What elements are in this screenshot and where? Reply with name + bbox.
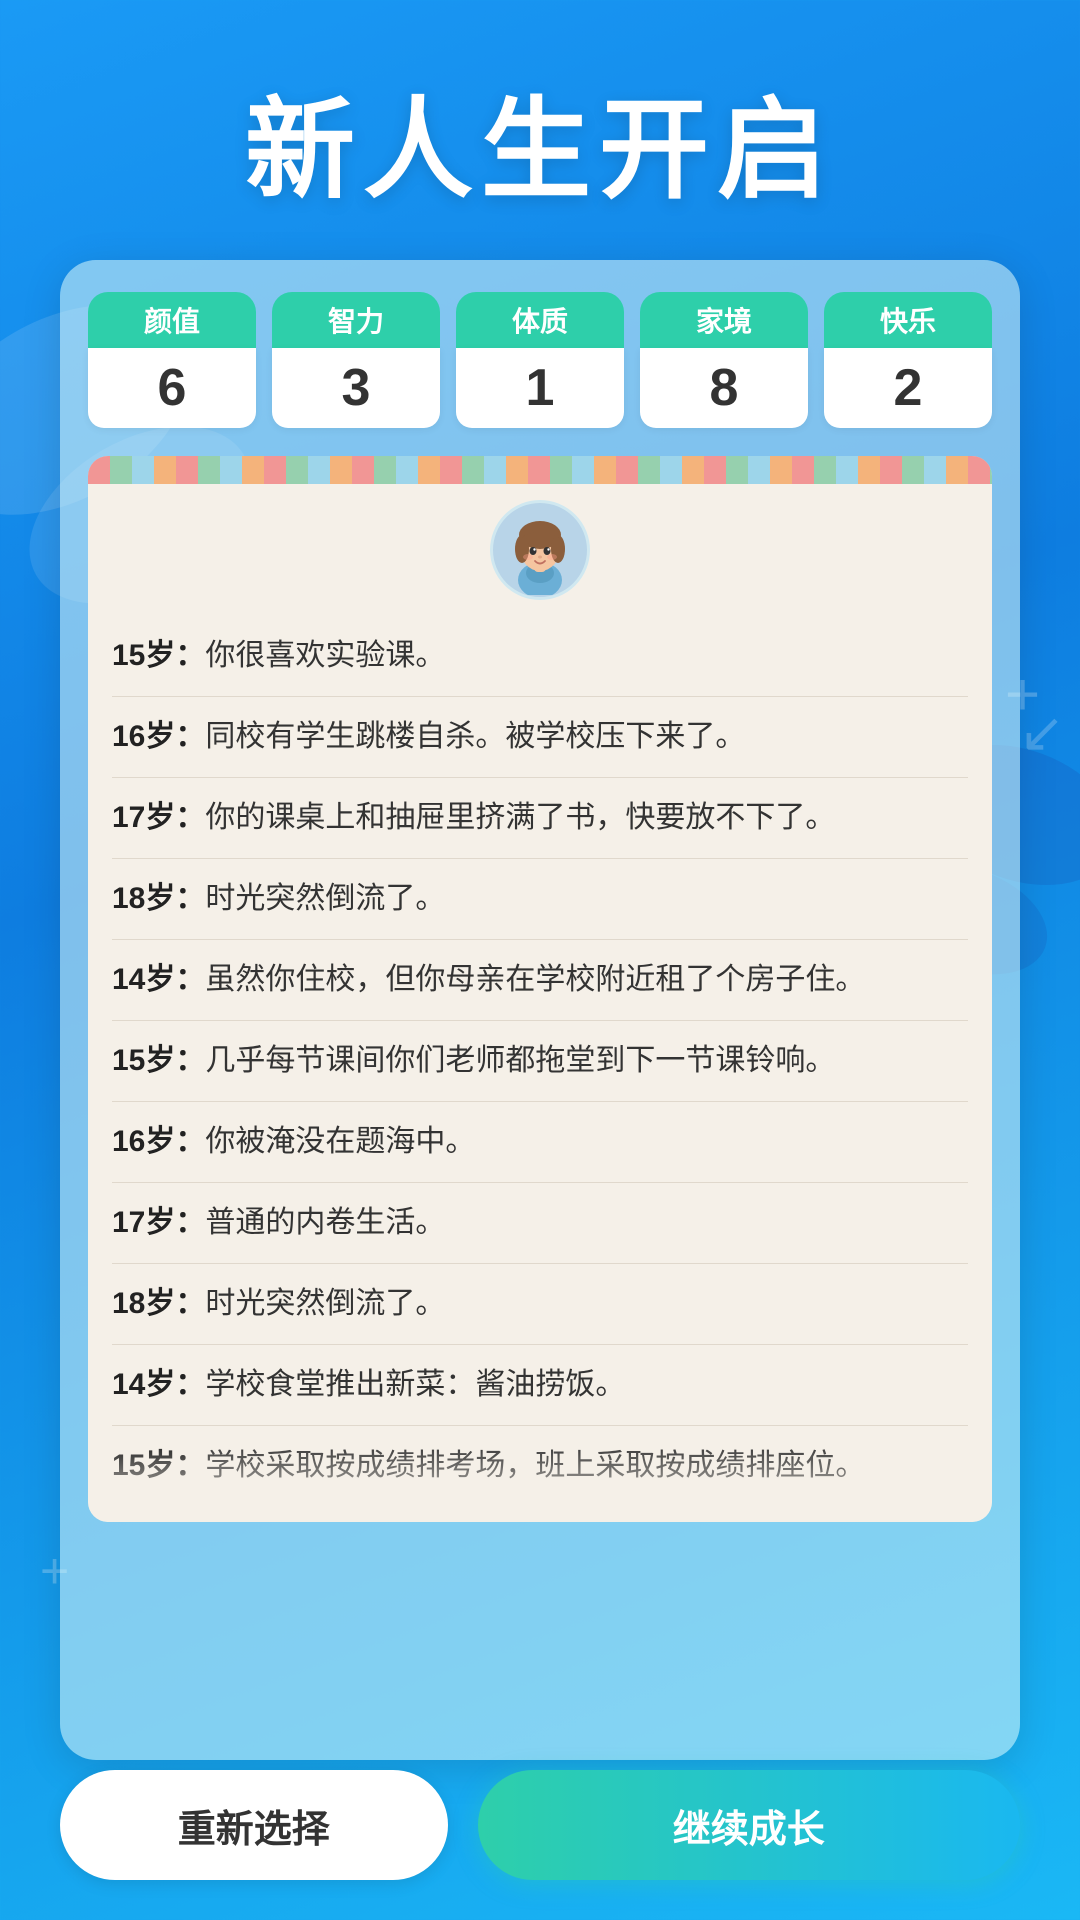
stat-value: 8 [640, 348, 808, 428]
story-text: 你很喜欢实验课。 [205, 639, 445, 672]
story-age: 15岁： [112, 1044, 205, 1077]
story-card: 15岁：你很喜欢实验课。16岁：同校有学生跳楼自杀。被学校压下来了。17岁：你的… [88, 456, 992, 1522]
page-title: 新人生开启 [0, 60, 1080, 220]
story-item: 18岁：时光突然倒流了。 [112, 1264, 968, 1345]
avatar [490, 500, 590, 600]
story-item: 15岁：几乎每节课间你们老师都拖堂到下一节课铃响。 [112, 1021, 968, 1102]
bg-arrow-icon: ↙ [1019, 700, 1065, 764]
story-item: 15岁：你很喜欢实验课。 [112, 616, 968, 697]
stat-item: 家境 8 [640, 292, 808, 428]
stat-label: 智力 [272, 292, 440, 348]
story-fade [88, 1442, 992, 1522]
stat-value: 2 [824, 348, 992, 428]
story-item: 17岁：你的课桌上和抽屉里挤满了书，快要放不下了。 [112, 778, 968, 859]
story-text: 学校食堂推出新菜：酱油捞饭。 [205, 1368, 625, 1401]
stats-row: 颜值 6 智力 3 体质 1 家境 8 快乐 2 [88, 292, 992, 428]
stat-label: 快乐 [824, 292, 992, 348]
zigzag-header [88, 456, 992, 484]
story-item: 16岁：同校有学生跳楼自杀。被学校压下来了。 [112, 697, 968, 778]
story-text: 几乎每节课间你们老师都拖堂到下一节课铃响。 [205, 1044, 835, 1077]
story-age: 14岁： [112, 1368, 205, 1401]
story-text: 你被淹没在题海中。 [205, 1125, 475, 1158]
story-text: 虽然你住校，但你母亲在学校附近租了个房子住。 [205, 963, 865, 996]
story-text: 同校有学生跳楼自杀。被学校压下来了。 [205, 720, 745, 753]
stat-item: 快乐 2 [824, 292, 992, 428]
stat-label: 颜值 [88, 292, 256, 348]
bottom-buttons: 重新选择 继续成长 [60, 1770, 1020, 1880]
story-text: 你的课桌上和抽屉里挤满了书，快要放不下了。 [205, 801, 835, 834]
story-age: 15岁： [112, 639, 205, 672]
story-age: 14岁： [112, 963, 205, 996]
stat-label: 体质 [456, 292, 624, 348]
story-item: 17岁：普通的内卷生活。 [112, 1183, 968, 1264]
stat-label: 家境 [640, 292, 808, 348]
story-item: 14岁：学校食堂推出新菜：酱油捞饭。 [112, 1345, 968, 1426]
story-age: 17岁： [112, 801, 205, 834]
main-card: 颜值 6 智力 3 体质 1 家境 8 快乐 2 [60, 260, 1020, 1760]
story-text: 时光突然倒流了。 [205, 1287, 445, 1320]
story-age: 17岁： [112, 1206, 205, 1239]
story-item: 18岁：时光突然倒流了。 [112, 859, 968, 940]
continue-button[interactable]: 继续成长 [478, 1770, 1021, 1880]
stat-item: 体质 1 [456, 292, 624, 428]
story-age: 18岁： [112, 1287, 205, 1320]
avatar-container [88, 500, 992, 600]
stat-item: 智力 3 [272, 292, 440, 428]
story-item: 16岁：你被淹没在题海中。 [112, 1102, 968, 1183]
story-age: 18岁： [112, 882, 205, 915]
stat-value: 6 [88, 348, 256, 428]
restart-button[interactable]: 重新选择 [60, 1770, 448, 1880]
story-text: 普通的内卷生活。 [205, 1206, 445, 1239]
story-item: 14岁：虽然你住校，但你母亲在学校附近租了个房子住。 [112, 940, 968, 1021]
stat-value: 3 [272, 348, 440, 428]
story-text: 时光突然倒流了。 [205, 882, 445, 915]
story-age: 16岁： [112, 1125, 205, 1158]
stat-value: 1 [456, 348, 624, 428]
story-age: 16岁： [112, 720, 205, 753]
story-list: 15岁：你很喜欢实验课。16岁：同校有学生跳楼自杀。被学校压下来了。17岁：你的… [88, 616, 992, 1506]
stat-item: 颜值 6 [88, 292, 256, 428]
